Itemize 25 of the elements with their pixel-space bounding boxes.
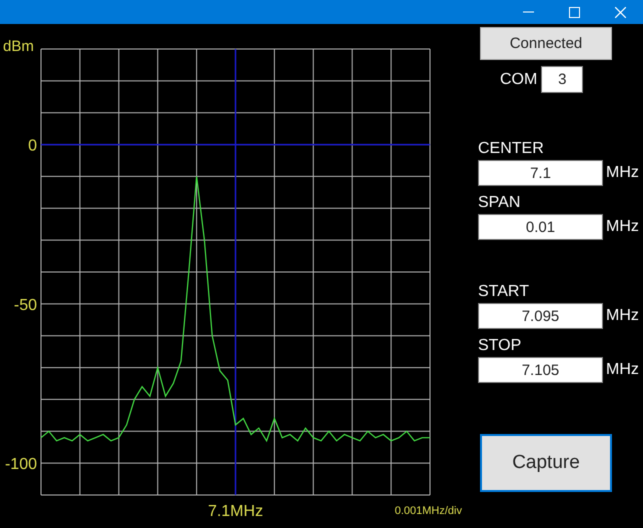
unit-label: MHz	[606, 217, 639, 237]
frequency-label: STOP	[478, 336, 522, 356]
port-label: COM	[500, 70, 538, 90]
y-tick-label: 0	[28, 138, 37, 155]
frequency-label: SPAN	[478, 193, 522, 213]
scale-label: 0.001MHz/div	[394, 505, 462, 517]
unit-label: MHz	[606, 306, 639, 326]
frequency-field[interactable]: 0.01	[478, 214, 603, 240]
minimize-icon	[522, 11, 534, 13]
frequency-field[interactable]: 7.095	[478, 303, 603, 329]
unit-label: MHz	[606, 163, 639, 183]
center-frequency-label: 7.1MHz	[208, 503, 264, 520]
unit-label: MHz	[606, 360, 639, 380]
maximize-icon	[568, 6, 580, 18]
frequency-field[interactable]: 7.1	[478, 160, 603, 186]
y-axis-unit: dBm	[3, 38, 34, 55]
close-icon	[614, 6, 626, 18]
capture-button[interactable]: Capture	[480, 434, 612, 492]
frequency-label: CENTER	[478, 139, 545, 159]
y-tick-label: -100	[4, 456, 37, 474]
frequency-label: START	[478, 282, 530, 302]
frequency-field[interactable]: 7.105	[478, 357, 603, 383]
port-field[interactable]: 3	[541, 66, 584, 93]
connect-button[interactable]: Connected	[480, 27, 612, 60]
y-tick-label: -50	[14, 296, 37, 314]
